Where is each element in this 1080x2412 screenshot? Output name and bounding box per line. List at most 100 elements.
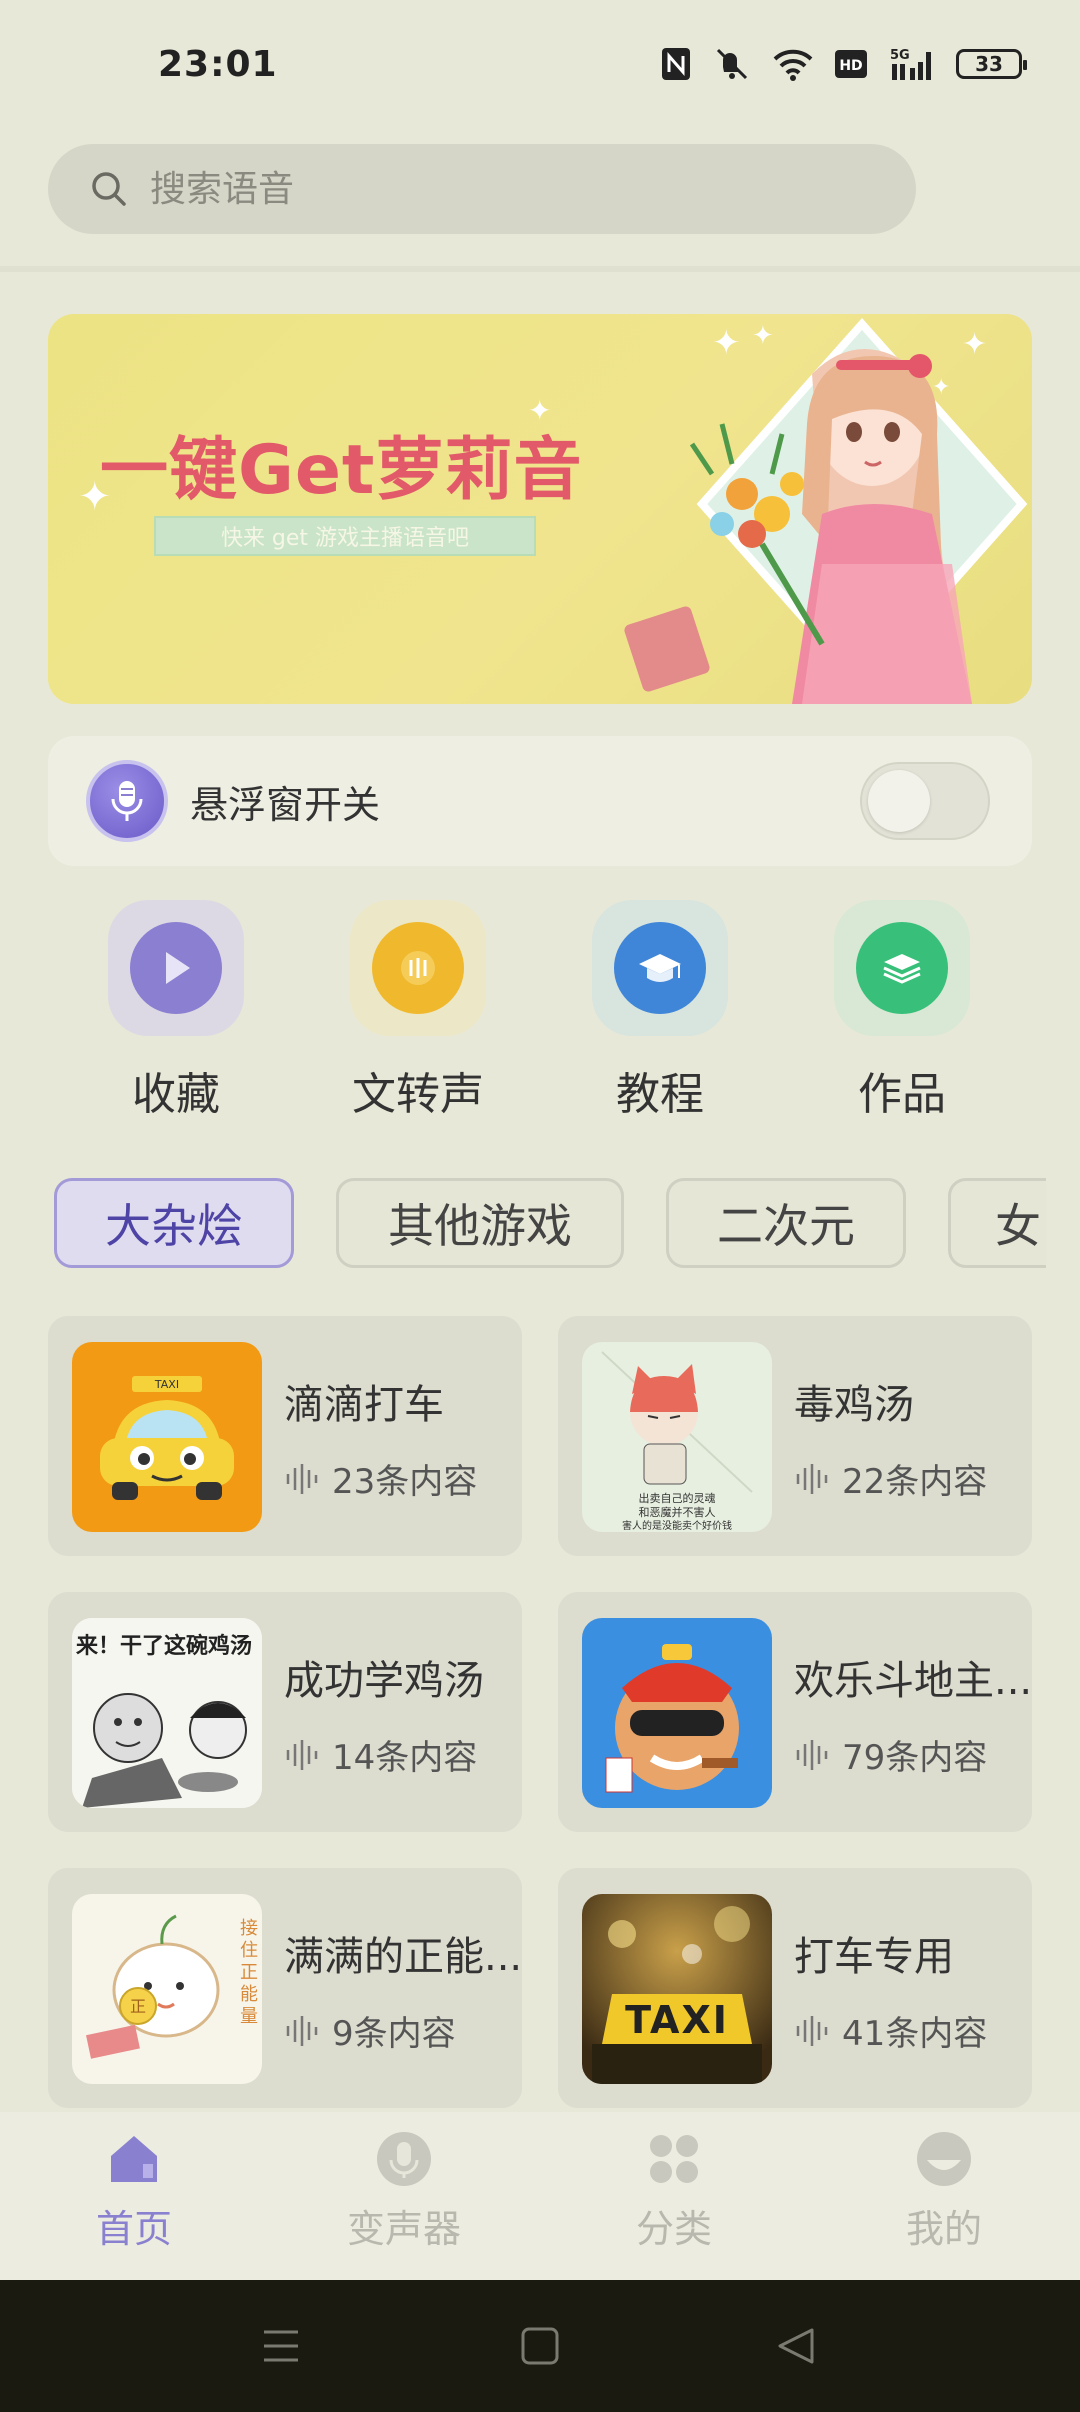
sound-wave-icon bbox=[286, 2015, 318, 2046]
voice-pack-count: 23条内容 bbox=[332, 1462, 478, 1502]
svg-text:量: 量 bbox=[240, 2006, 258, 2027]
voice-pack-card[interactable]: 来！干了这碗鸡汤 成功学鸡汤 14条内容 bbox=[48, 1592, 522, 1832]
positive-energy-image: 正接住正能量 bbox=[72, 1894, 262, 2084]
5g-signal-icon: 5G bbox=[888, 46, 936, 82]
voice-pack-title: 打车专用 bbox=[794, 1934, 954, 1980]
taxi-car-image: TAXI bbox=[72, 1342, 262, 1532]
nav-voice-changer[interactable]: 变声器 bbox=[304, 2130, 504, 2253]
svg-text:HD: HD bbox=[839, 58, 862, 74]
mute-icon bbox=[712, 46, 752, 82]
battery-icon: 33 bbox=[956, 49, 1027, 79]
svg-text:5G: 5G bbox=[890, 48, 910, 63]
svg-text:和恶魔并不害人: 和恶魔并不害人 bbox=[639, 1505, 716, 1519]
status-time: 23:01 bbox=[158, 44, 278, 85]
voice-pack-title: 成功学鸡汤 bbox=[284, 1658, 484, 1704]
taxi-sign-image: TAXI bbox=[582, 1894, 772, 2084]
tab-mixed[interactable]: 大杂烩 bbox=[54, 1178, 294, 1268]
tutorial-label: 教程 bbox=[616, 1069, 704, 1120]
landlord-cartoon-image bbox=[582, 1618, 772, 1808]
svg-text:✦: ✦ bbox=[712, 323, 741, 363]
voice-pack-meta: 9条内容 bbox=[284, 2006, 456, 2055]
svg-text:能: 能 bbox=[240, 1984, 258, 2005]
voice-pack-card[interactable]: 出卖自己的灵魂 和恶魔并不害人 害人的是没能卖个好价钱 毒鸡汤 22条内容 bbox=[558, 1316, 1032, 1556]
graduation-cap-icon bbox=[614, 922, 706, 1014]
header-divider bbox=[0, 266, 1080, 272]
nav-voice-changer-label: 变声器 bbox=[346, 2207, 461, 2251]
meme-image: 来！干了这碗鸡汤 bbox=[72, 1618, 262, 1808]
promo-banner[interactable]: ✦ ✦ 一键Get萝莉音 快来 get 游戏主播语音吧 ✦ ✦ ✦ ✦ bbox=[48, 314, 1032, 704]
sound-wave-icon bbox=[286, 1739, 318, 1770]
voice-pack-count: 14条内容 bbox=[332, 1738, 478, 1778]
tab-anime[interactable]: 二次元 bbox=[666, 1178, 906, 1268]
nav-profile-label: 我的 bbox=[905, 2207, 982, 2251]
svg-text:出卖自己的灵魂: 出卖自己的灵魂 bbox=[639, 1491, 716, 1505]
profile-icon bbox=[915, 2130, 973, 2188]
audio-icon bbox=[372, 922, 464, 1014]
voice-pack-meta: 22条内容 bbox=[794, 1454, 987, 1503]
layers-icon bbox=[856, 922, 948, 1014]
svg-text:接: 接 bbox=[240, 1918, 258, 1939]
sound-wave-icon bbox=[796, 1463, 828, 1494]
hd-icon: HD bbox=[834, 46, 868, 82]
text-to-speech-button[interactable]: 文转声 bbox=[318, 900, 518, 1122]
text-to-speech-label: 文转声 bbox=[352, 1069, 484, 1120]
floating-window-label: 悬浮窗开关 bbox=[190, 782, 381, 827]
sound-wave-icon bbox=[796, 1739, 828, 1770]
voice-pack-count: 41条内容 bbox=[842, 2014, 988, 2054]
voice-pack-count: 9条内容 bbox=[332, 2014, 456, 2054]
voice-pack-title: 满满的正能... bbox=[284, 1934, 520, 1980]
svg-text:害人的是没能卖个好价钱: 害人的是没能卖个好价钱 bbox=[622, 1519, 732, 1532]
tab-female[interactable]: 女 bbox=[948, 1178, 1046, 1268]
search-input[interactable] bbox=[150, 168, 870, 210]
favorites-button[interactable]: 收藏 bbox=[76, 900, 276, 1122]
home-icon bbox=[105, 2130, 163, 2188]
works-label: 作品 bbox=[858, 1069, 946, 1120]
quick-actions: 收藏 文转声 教程 作品 bbox=[0, 900, 1080, 1130]
tab-other-games[interactable]: 其他游戏 bbox=[336, 1178, 624, 1268]
sound-wave-icon bbox=[796, 2015, 828, 2046]
category-tabs: 大杂烩 其他游戏 二次元 女 bbox=[54, 1178, 1046, 1270]
voice-pack-card[interactable]: 欢乐斗地主... 79条内容 bbox=[558, 1592, 1032, 1832]
voice-pack-count: 22条内容 bbox=[842, 1462, 988, 1502]
nfc-icon bbox=[660, 46, 692, 82]
voice-pack-meta: 79条内容 bbox=[794, 1730, 987, 1779]
voice-pack-meta: 23条内容 bbox=[284, 1454, 477, 1503]
status-icons: HD 5G 33 bbox=[660, 46, 1027, 82]
svg-text:✦: ✦ bbox=[932, 375, 950, 400]
floating-window-toggle[interactable] bbox=[860, 762, 990, 840]
meme-caption: 来！干了这碗鸡汤 bbox=[76, 1634, 253, 1659]
voice-pack-meta: 41条内容 bbox=[794, 2006, 987, 2055]
nav-profile[interactable]: 我的 bbox=[844, 2130, 1044, 2253]
voice-pack-card[interactable]: 正接住正能量 满满的正能... 9条内容 bbox=[48, 1868, 522, 2108]
search-bar[interactable] bbox=[48, 144, 916, 234]
banner-title: 一键Get萝莉音 bbox=[100, 431, 583, 510]
grid-icon bbox=[645, 2130, 703, 2188]
microphone-icon bbox=[375, 2130, 433, 2188]
svg-text:正: 正 bbox=[240, 1962, 258, 1983]
toggle-knob bbox=[868, 770, 930, 832]
back-icon[interactable] bbox=[778, 2328, 814, 2364]
nav-home[interactable]: 首页 bbox=[34, 2130, 234, 2253]
play-icon bbox=[130, 922, 222, 1014]
svg-text:TAXI: TAXI bbox=[154, 1378, 179, 1391]
works-button[interactable]: 作品 bbox=[802, 900, 1002, 1122]
menu-icon[interactable] bbox=[264, 2330, 298, 2362]
tutorial-button[interactable]: 教程 bbox=[560, 900, 760, 1122]
home-square-icon[interactable] bbox=[521, 2327, 559, 2365]
voice-pack-card[interactable]: TAXI 滴滴打车 23条内容 bbox=[48, 1316, 522, 1556]
search-icon bbox=[92, 172, 126, 206]
svg-text:正: 正 bbox=[130, 1997, 146, 2016]
system-nav-bar bbox=[0, 2280, 1080, 2412]
banner-subtitle: 快来 get 游戏主播语音吧 bbox=[154, 516, 536, 556]
floating-window-card: 悬浮窗开关 bbox=[48, 736, 1032, 866]
voice-pack-meta: 14条内容 bbox=[284, 1730, 477, 1779]
wifi-icon bbox=[772, 46, 814, 82]
nav-categories[interactable]: 分类 bbox=[574, 2130, 774, 2253]
status-bar: 23:01 HD 5G 33 bbox=[0, 0, 1080, 140]
sound-wave-icon bbox=[286, 1463, 318, 1494]
svg-text:住: 住 bbox=[240, 1940, 258, 1961]
anime-girl-illustration: ✦ ✦ ✦ ✦ bbox=[624, 317, 1028, 704]
nav-categories-label: 分类 bbox=[635, 2207, 712, 2251]
voice-pack-card[interactable]: TAXI 打车专用 41条内容 bbox=[558, 1868, 1032, 2108]
taxi-sign-text: TAXI bbox=[625, 1998, 729, 2042]
